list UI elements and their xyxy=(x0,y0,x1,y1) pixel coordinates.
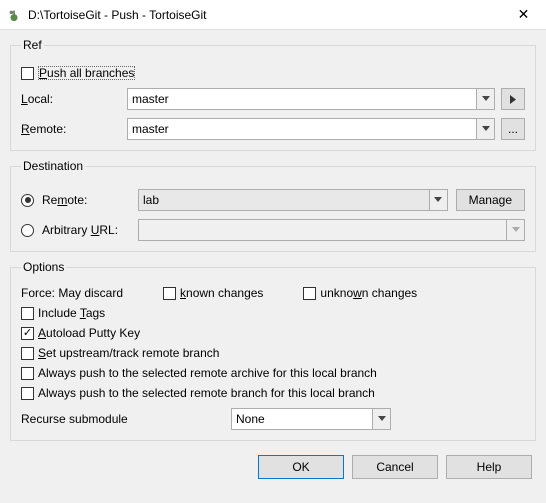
help-label: Help xyxy=(477,460,502,474)
manage-button[interactable]: Manage xyxy=(456,189,525,211)
remote-label: Remote: xyxy=(21,122,121,136)
remote-branch-combo[interactable]: master xyxy=(127,118,495,140)
dialog-body: Ref PPush all branchesush all branches L… xyxy=(0,30,546,503)
destination-remote-label: Remote: xyxy=(42,193,130,207)
remote-branch-value: master xyxy=(132,122,169,136)
ellipsis-icon: ... xyxy=(508,122,518,136)
ok-button[interactable]: OK xyxy=(258,455,344,479)
window-title: D:\TortoiseGit - Push - TortoiseGit xyxy=(28,8,501,22)
set-upstream-checkbox[interactable]: Set upstream/track remote branch Set ups… xyxy=(21,346,525,360)
chevron-down-icon xyxy=(476,89,494,109)
known-changes-checkbox[interactable]: known changes known changes xyxy=(163,286,263,300)
push-all-branches-checkbox[interactable]: PPush all branchesush all branches xyxy=(21,66,525,80)
local-branch-value: master xyxy=(132,92,169,106)
force-label: Force: May discard xyxy=(21,286,123,300)
destination-remote-value: lab xyxy=(143,193,159,207)
app-icon xyxy=(6,7,22,23)
titlebar: D:\TortoiseGit - Push - TortoiseGit ✕ xyxy=(0,0,546,30)
close-button[interactable]: ✕ xyxy=(501,0,546,29)
ref-legend: Ref xyxy=(21,38,44,52)
close-icon: ✕ xyxy=(518,6,530,23)
chevron-down-icon xyxy=(476,119,494,139)
destination-remote-combo[interactable]: lab xyxy=(138,189,448,211)
remote-browse-button[interactable]: ... xyxy=(501,118,525,140)
unknown-changes-checkbox[interactable]: unknown changes unknown changes xyxy=(303,286,417,300)
local-branch-combo[interactable]: master xyxy=(127,88,495,110)
checkbox-icon xyxy=(21,367,34,380)
arbitrary-url-label: Arbitrary URL: xyxy=(42,223,130,237)
local-branch-browse-button[interactable] xyxy=(501,88,525,110)
recurse-value: None xyxy=(236,412,265,426)
destination-remote-radio[interactable] xyxy=(21,194,34,207)
cancel-button[interactable]: Cancel xyxy=(352,455,438,479)
checkbox-icon xyxy=(21,327,34,340)
always-push-archive-checkbox[interactable]: Always push to the selected remote archi… xyxy=(21,366,525,380)
always-push-branch-checkbox[interactable]: Always push to the selected remote branc… xyxy=(21,386,525,400)
recurse-submodule-combo[interactable]: None xyxy=(231,408,391,430)
options-group: Options Force: May discard known changes… xyxy=(10,260,536,441)
include-tags-checkbox[interactable]: Include Tags Include Tags xyxy=(21,306,525,320)
chevron-down-icon xyxy=(372,409,390,429)
checkbox-icon xyxy=(21,347,34,360)
checkbox-icon xyxy=(21,387,34,400)
arbitrary-url-combo xyxy=(138,219,525,241)
cancel-label: Cancel xyxy=(376,460,413,474)
autoload-putty-checkbox[interactable]: Autoload Putty Key Autoload Putty Key xyxy=(21,326,525,340)
arbitrary-url-radio[interactable] xyxy=(21,224,34,237)
checkbox-icon xyxy=(163,287,176,300)
checkbox-icon xyxy=(303,287,316,300)
checkbox-icon xyxy=(21,307,34,320)
ref-group: Ref PPush all branchesush all branches L… xyxy=(10,38,536,151)
chevron-down-icon xyxy=(506,220,524,240)
chevron-down-icon xyxy=(429,190,447,210)
dialog-buttons: OK Cancel Help xyxy=(10,449,536,479)
always-branch-label: Always push to the selected remote branc… xyxy=(38,386,375,400)
destination-legend: Destination xyxy=(21,159,85,173)
always-archive-label: Always push to the selected remote archi… xyxy=(38,366,377,380)
help-button[interactable]: Help xyxy=(446,455,532,479)
local-label: Local: xyxy=(21,92,121,106)
recurse-label: Recurse submodule xyxy=(21,412,221,426)
checkbox-icon xyxy=(21,67,34,80)
destination-group: Destination Remote: Remote: lab Manage A… xyxy=(10,159,536,252)
options-legend: Options xyxy=(21,260,66,274)
triangle-right-icon xyxy=(510,95,517,104)
manage-label: Manage xyxy=(469,193,512,207)
ok-label: OK xyxy=(292,460,309,474)
